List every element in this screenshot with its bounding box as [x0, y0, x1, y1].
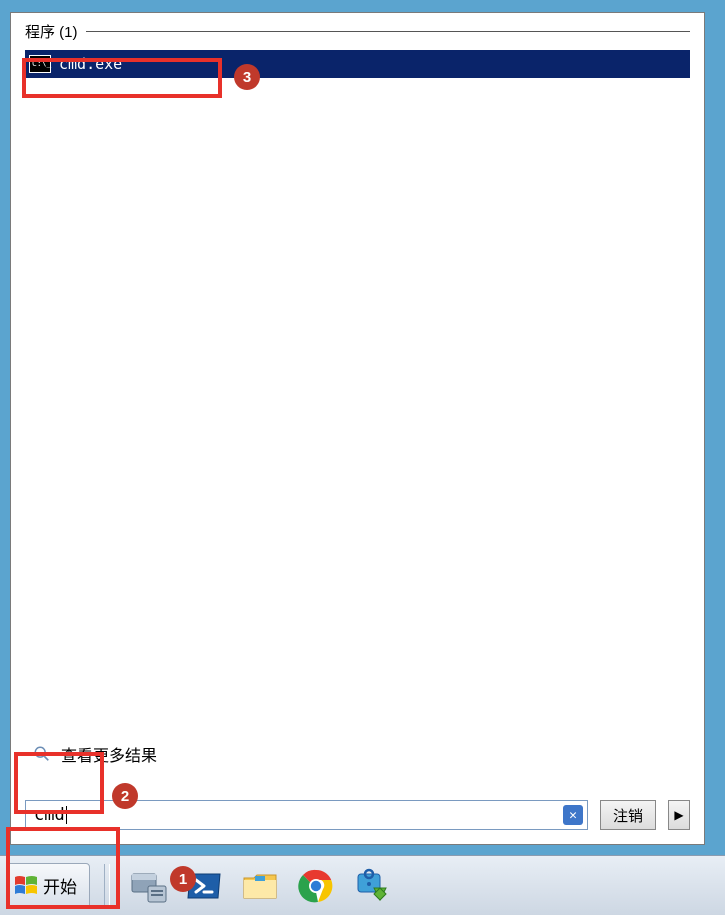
results-empty-area	[11, 78, 704, 732]
text-cursor	[66, 806, 67, 824]
file-explorer-icon[interactable]	[236, 865, 284, 907]
taskbar: 开始	[0, 855, 725, 915]
chevron-right-icon: ▶	[674, 808, 683, 822]
logoff-options-arrow[interactable]: ▶	[668, 800, 690, 830]
result-label: cmd.exe	[59, 55, 122, 73]
taskbar-divider	[104, 864, 110, 908]
search-result-row: C:\_ cmd.exe	[25, 50, 690, 78]
search-input[interactable]: cmd ✕	[25, 800, 588, 830]
result-cmd-exe[interactable]: C:\_ cmd.exe	[25, 50, 690, 78]
programs-section-title: 程序 (1)	[25, 21, 78, 42]
logoff-button[interactable]: 注销	[600, 800, 656, 830]
security-icon[interactable]	[348, 865, 396, 907]
search-icon	[33, 745, 51, 763]
chrome-icon[interactable]	[292, 865, 340, 907]
clear-search-button[interactable]: ✕	[563, 805, 583, 825]
programs-section-header: 程序 (1)	[11, 13, 704, 44]
divider	[86, 31, 690, 32]
search-input-text: cmd	[34, 805, 65, 825]
cmd-icon: C:\_	[29, 55, 51, 73]
powershell-icon[interactable]	[180, 865, 228, 907]
windows-logo-icon	[13, 873, 39, 899]
start-button-label: 开始	[43, 873, 77, 898]
start-menu-panel: 程序 (1) C:\_ cmd.exe 查看更多结果 cmd ✕ 注销 ▶	[10, 12, 705, 845]
see-more-label: 查看更多结果	[61, 742, 157, 766]
server-manager-icon[interactable]	[124, 865, 172, 907]
search-row: cmd ✕ 注销 ▶	[11, 800, 704, 844]
start-button[interactable]: 开始	[6, 863, 90, 909]
see-more-results[interactable]: 查看更多结果	[11, 732, 704, 776]
logoff-label: 注销	[613, 805, 643, 826]
